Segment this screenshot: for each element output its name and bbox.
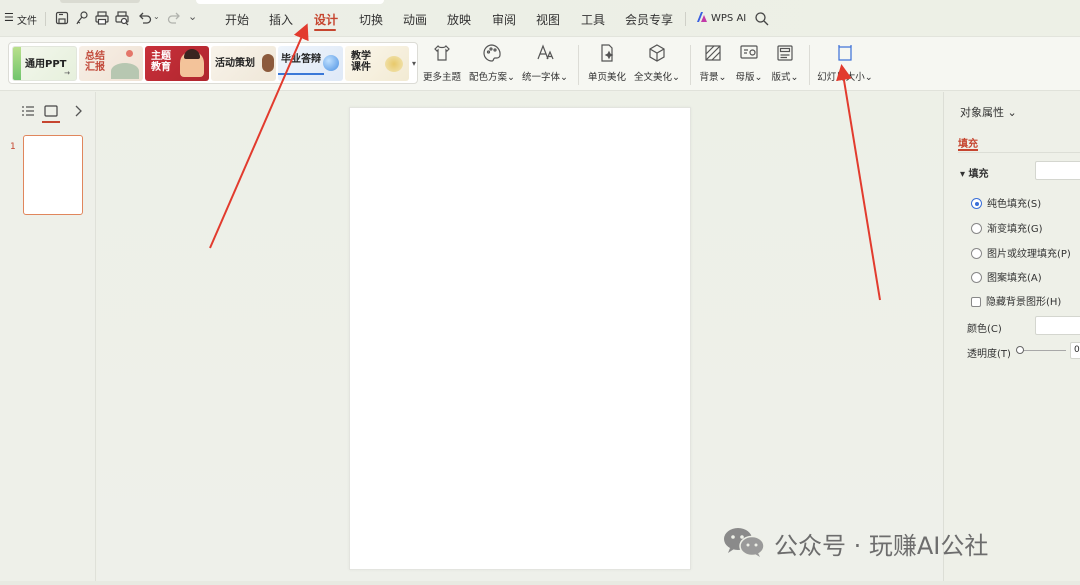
- panel-divider: [958, 152, 1080, 153]
- share-icon[interactable]: [74, 10, 90, 26]
- ribbon-divider: [809, 45, 810, 85]
- active-title-tab[interactable]: [196, 0, 384, 4]
- radio-button[interactable]: [971, 223, 982, 234]
- theme-card-activity[interactable]: 活动策划: [211, 46, 276, 81]
- pattern-fill-option[interactable]: 图案填充(A): [971, 269, 1042, 284]
- file-menu[interactable]: 文件: [17, 12, 37, 27]
- gallery-expand-icon[interactable]: ▾: [412, 59, 420, 69]
- theme-label: 主题 教育: [151, 51, 171, 73]
- watermark-text: 公众号 · 玩赚AI公社: [774, 532, 989, 560]
- color-label: 颜色(C): [967, 324, 1002, 335]
- theme-label: 毕业答辩: [281, 54, 321, 65]
- background-button[interactable]: 背景⌄: [697, 43, 729, 87]
- transparency-slider-track[interactable]: [1020, 350, 1066, 351]
- background-icon: [703, 43, 723, 63]
- more-icon[interactable]: ⌄: [188, 10, 197, 23]
- shirt-icon: [432, 43, 452, 63]
- theme-card-graduation[interactable]: 毕业答辩: [278, 46, 343, 81]
- search-icon[interactable]: [754, 11, 770, 27]
- theme-card-education[interactable]: 主题 教育: [145, 46, 209, 81]
- slide-size-button[interactable]: 幻灯片大小⌄: [815, 43, 875, 87]
- theme-gallery: 通用PPT → 总结 汇报 主题 教育 活动策划 毕业答辩 教学 课件 ▾: [8, 42, 418, 84]
- panel-title[interactable]: 对象属性 ⌄: [960, 104, 1017, 120]
- radio-button[interactable]: [971, 248, 982, 259]
- tab-design[interactable]: 设计: [314, 11, 338, 28]
- design-ribbon: 通用PPT → 总结 汇报 主题 教育 活动策划 毕业答辩 教学 课件 ▾ 更多…: [0, 36, 1080, 91]
- active-view-indicator: [42, 121, 60, 123]
- tab-view[interactable]: 视图: [536, 11, 560, 28]
- theme-card-general[interactable]: 通用PPT →: [12, 46, 77, 81]
- print-preview-icon[interactable]: [114, 10, 130, 26]
- ribbon-divider: [578, 45, 579, 85]
- palette-icon: [482, 43, 502, 63]
- checkbox[interactable]: [971, 297, 981, 307]
- active-subtab-indicator: [958, 149, 978, 151]
- master-button[interactable]: 母版⌄: [733, 43, 765, 87]
- transparency-slider-handle[interactable]: [1016, 346, 1024, 354]
- unify-font-button[interactable]: 统一字体⌄: [520, 43, 570, 87]
- tab-slideshow[interactable]: 放映: [447, 11, 471, 28]
- radio-button[interactable]: [971, 272, 982, 283]
- full-text-beautify-button[interactable]: 全文美化⌄: [632, 43, 682, 87]
- font-icon: [535, 43, 555, 63]
- tab-review[interactable]: 审阅: [492, 11, 516, 28]
- outline-view-icon[interactable]: [20, 104, 36, 118]
- save-icon[interactable]: [54, 10, 70, 26]
- hide-background-graphics-option[interactable]: 隐藏背景图形(H): [971, 293, 1061, 308]
- master-icon: [739, 43, 759, 63]
- page-sparkle-icon: [597, 43, 617, 63]
- tab-animation[interactable]: 动画: [403, 11, 427, 28]
- menu-bar: ☰ 文件 ⌄ ⌄ 开始 插入 设计 切换 动画 放映 审阅 视图 工具 会员专享…: [0, 0, 1080, 36]
- theme-label: 总结 汇报: [85, 51, 105, 73]
- slide-thumbnail-pane: 1: [0, 92, 96, 585]
- radio-button[interactable]: [971, 198, 982, 209]
- picture-texture-fill-option[interactable]: 图片或纹理填充(P): [971, 245, 1071, 260]
- theme-label: 教学 课件: [351, 51, 371, 73]
- tab-fill[interactable]: 填充: [958, 135, 978, 150]
- ribbon-divider: [690, 45, 691, 85]
- active-tab-indicator: [314, 29, 336, 31]
- undo-dropdown-icon[interactable]: ⌄: [153, 12, 160, 21]
- wechat-logo-icon: [722, 526, 766, 558]
- tab-insert[interactable]: 插入: [269, 11, 293, 28]
- gradient-fill-option[interactable]: 渐变填充(G): [971, 220, 1043, 235]
- transparency-input[interactable]: 0: [1070, 342, 1080, 359]
- thumbnail-view-icon[interactable]: [43, 104, 59, 118]
- more-themes-button[interactable]: 更多主题: [420, 43, 464, 87]
- theme-label: 通用PPT: [25, 59, 67, 70]
- fill-section-toggle[interactable]: ▾ 填充: [960, 165, 989, 180]
- theme-label: 活动策划: [215, 58, 255, 69]
- single-page-beautify-button[interactable]: 单页美化: [585, 43, 629, 87]
- chevron-right-icon[interactable]: [70, 104, 86, 118]
- layout-button[interactable]: 版式⌄: [769, 43, 801, 87]
- undo-icon[interactable]: [137, 10, 153, 26]
- theme-card-teaching[interactable]: 教学 课件: [345, 46, 409, 81]
- solid-fill-option[interactable]: 纯色填充(S): [971, 195, 1041, 210]
- object-properties-panel: 对象属性 ⌄ 填充 ▾ 填充 纯色填充(S) 渐变填充(G) 图片或纹理填充(P…: [943, 92, 1080, 585]
- slide-size-icon: [835, 43, 855, 63]
- tab-tools[interactable]: 工具: [581, 11, 605, 28]
- wps-ai-logo-icon: [696, 11, 708, 23]
- wps-ai-button[interactable]: WPS AI: [711, 13, 746, 24]
- redo-icon[interactable]: [166, 10, 182, 26]
- slide-page[interactable]: [349, 107, 691, 570]
- tab-transition[interactable]: 切换: [359, 11, 383, 28]
- cube-icon: [647, 43, 667, 63]
- color-scheme-button[interactable]: 配色方案⌄: [467, 43, 517, 87]
- slide-thumbnail[interactable]: [23, 135, 83, 215]
- title-tab-strip: [60, 0, 140, 3]
- theme-card-summary[interactable]: 总结 汇报: [79, 46, 143, 81]
- tab-member[interactable]: 会员专享: [625, 11, 673, 28]
- transparency-label: 透明度(T): [967, 349, 1011, 360]
- slide-number: 1: [10, 142, 16, 152]
- fill-preset-select[interactable]: [1035, 161, 1080, 180]
- menu-icon[interactable]: ☰: [4, 11, 14, 24]
- layout-icon: [775, 43, 795, 63]
- print-icon[interactable]: [94, 10, 110, 26]
- editing-canvas: [97, 92, 943, 585]
- tab-home[interactable]: 开始: [225, 11, 249, 28]
- status-bar: [0, 581, 1080, 585]
- color-picker[interactable]: [1035, 316, 1080, 335]
